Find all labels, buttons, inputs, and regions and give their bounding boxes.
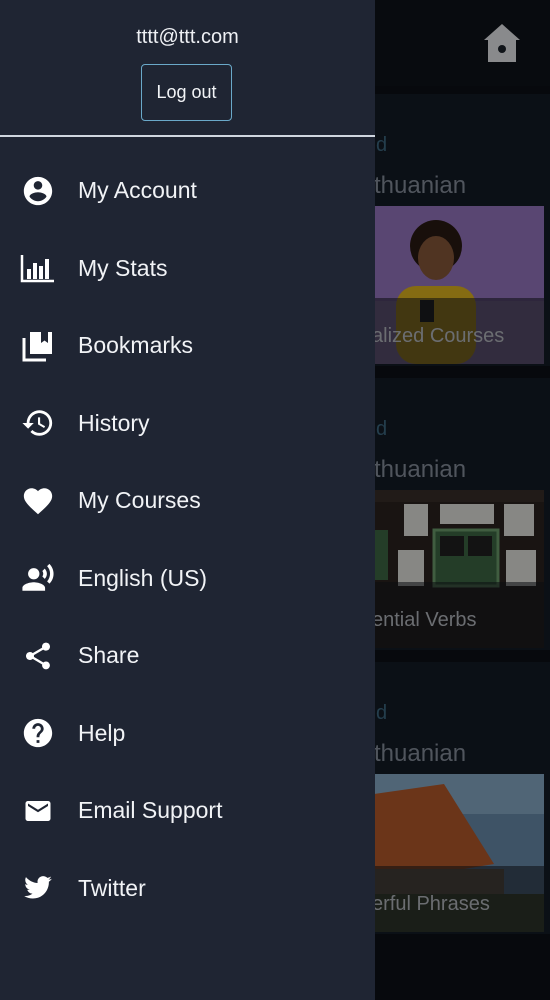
menu-item-my-stats[interactable]: My Stats — [0, 230, 375, 308]
twitter-icon — [20, 870, 56, 906]
menu-item-label: My Courses — [78, 487, 201, 514]
menu-item-bookmarks[interactable]: Bookmarks — [0, 307, 375, 385]
drawer-scrim[interactable] — [375, 0, 550, 1000]
menu-item-label: Help — [78, 719, 126, 746]
menu-item-email-support[interactable]: Email Support — [0, 772, 375, 850]
drawer-divider — [0, 135, 375, 137]
voice-language-icon — [20, 560, 56, 596]
help-icon — [20, 715, 56, 751]
menu-item-label: Bookmarks — [78, 332, 194, 359]
account-circle-icon — [20, 173, 56, 209]
account-email: tttt@ttt.com — [136, 26, 239, 48]
menu-item-history[interactable]: History — [0, 385, 375, 463]
menu-item-label: Twitter — [78, 874, 146, 901]
bookmarks-icon — [20, 328, 56, 364]
logout-button[interactable]: Log out — [141, 64, 232, 121]
menu-item-my-courses[interactable]: My Courses — [0, 462, 375, 540]
navigation-drawer: tttt@ttt.com Log out My Account My Stats — [0, 0, 375, 1000]
menu-item-my-account[interactable]: My Account — [0, 152, 375, 230]
menu-item-label: Share — [78, 642, 140, 669]
menu-item-help[interactable]: Help — [0, 695, 375, 773]
menu-item-label: Email Support — [78, 797, 223, 824]
menu-item-label: History — [78, 409, 150, 436]
menu-item-label: My Stats — [78, 254, 168, 281]
menu-item-twitter[interactable]: Twitter — [0, 850, 375, 928]
share-icon — [20, 638, 56, 674]
menu-item-language[interactable]: English (US) — [0, 540, 375, 618]
menu-item-label: English (US) — [78, 564, 208, 591]
drawer-menu: My Account My Stats Bookmarks History My… — [0, 152, 375, 927]
menu-item-share[interactable]: Share — [0, 617, 375, 695]
heart-icon — [20, 483, 56, 519]
menu-item-label: My Account — [78, 177, 197, 204]
history-icon — [20, 405, 56, 441]
envelope-icon — [20, 793, 56, 829]
bar-chart-icon — [20, 250, 56, 286]
